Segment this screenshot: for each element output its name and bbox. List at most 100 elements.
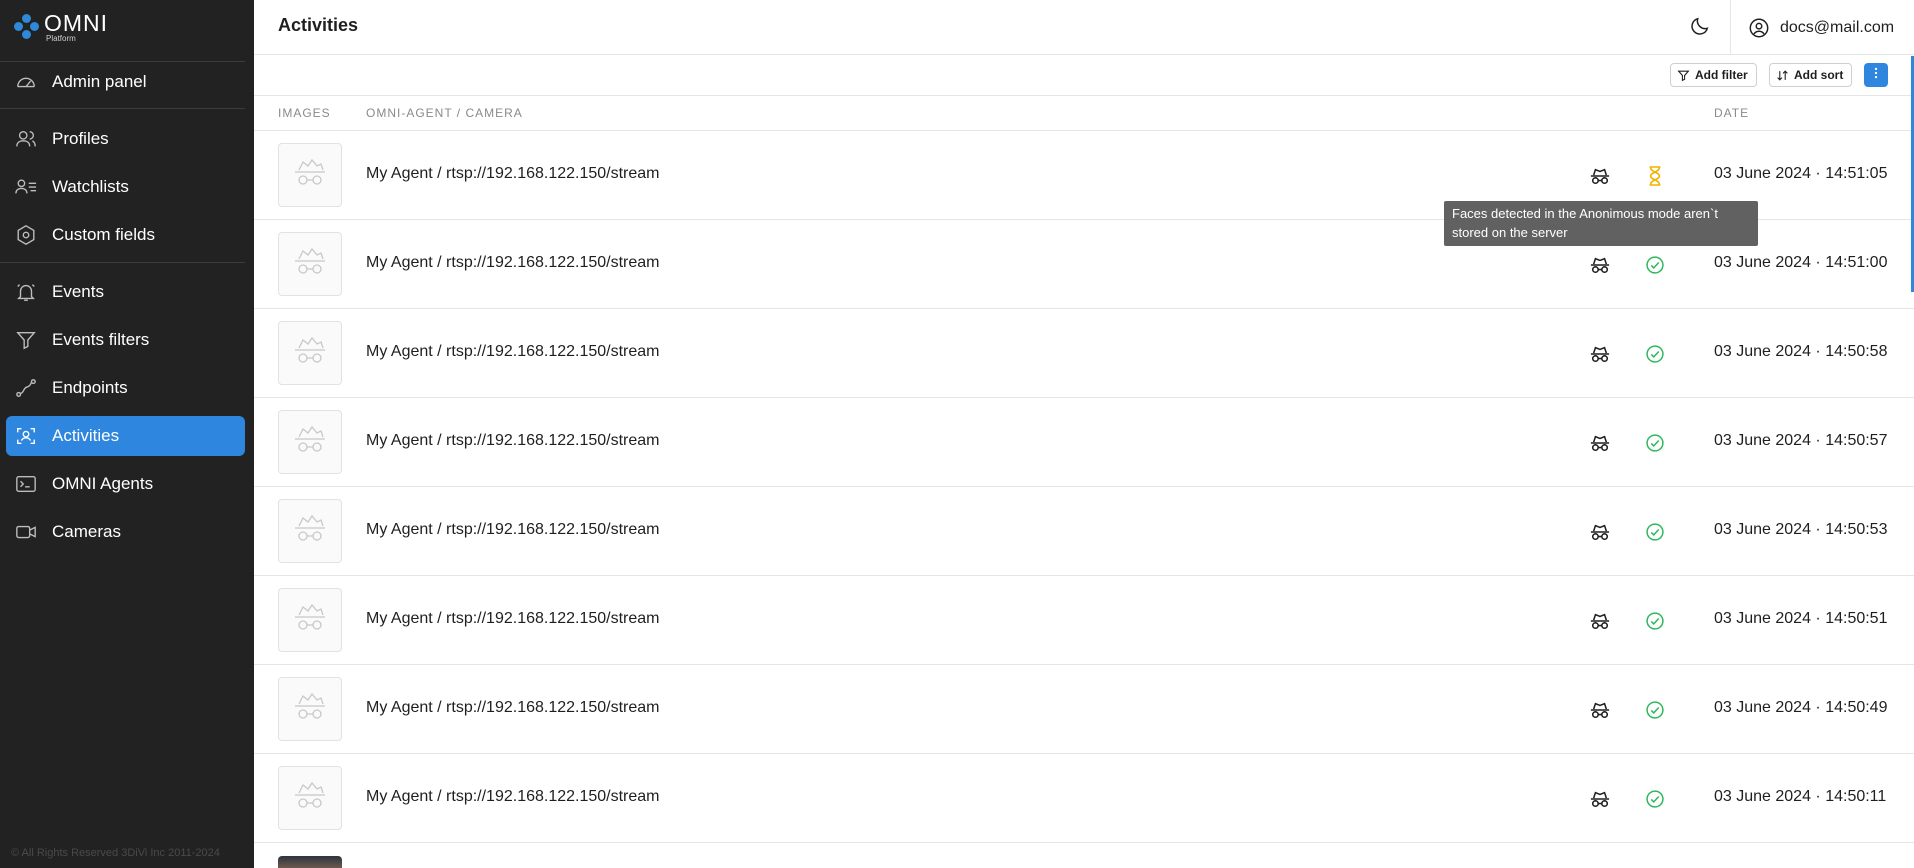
activity-date: 03 June 2024 · 14:50:58: [1714, 343, 1888, 360]
filter-icon: [1677, 69, 1690, 82]
omni-logo[interactable]: OMNI Platform: [14, 12, 108, 43]
anonymous-placeholder-icon: [292, 781, 328, 816]
sidebar-item-label: Events filters: [52, 330, 150, 349]
activity-thumbnail[interactable]: [278, 499, 342, 563]
agent-camera-text: My Agent / rtsp://192.168.122.150/stream: [366, 788, 660, 805]
agent-camera-text: My Agent / rtsp://192.168.122.150/stream: [366, 432, 660, 449]
theme-toggle-button[interactable]: [1686, 14, 1714, 42]
check-circle-icon: [1643, 787, 1667, 811]
sidebar-item-cameras[interactable]: Cameras: [6, 512, 245, 552]
check-circle-icon: [1643, 520, 1667, 544]
activity-thumbnail[interactable]: [278, 677, 342, 741]
activity-date: 03 June 2024 · 14:50:49: [1714, 699, 1888, 716]
more-options-button[interactable]: [1864, 63, 1888, 87]
user-menu[interactable]: docs@mail.com: [1748, 14, 1894, 42]
activity-date: 03 June 2024 · 14:50:57: [1714, 432, 1888, 449]
anonymous-mode-icon[interactable]: [1588, 609, 1612, 633]
sidebar-item-label: Profiles: [52, 129, 109, 148]
logo-dots-icon: [14, 14, 40, 40]
sidebar-item-admin-panel[interactable]: Admin panel: [6, 62, 245, 102]
filter-icon: [14, 328, 38, 352]
bell-icon: [14, 280, 38, 304]
activity-date: 03 June 2024 · 14:50:51: [1714, 610, 1888, 627]
agent-camera-text: My Agent / rtsp://192.168.122.150/stream: [366, 521, 660, 538]
top-header: Activities docs@mail.com: [254, 0, 1914, 55]
table-row[interactable]: My Agent / rtsp://192.168.122.150/stream…: [254, 487, 1914, 576]
add-sort-label: Add sort: [1794, 68, 1844, 82]
anonymous-mode-icon[interactable]: [1588, 431, 1612, 455]
header-divider: [1730, 0, 1731, 55]
agent-camera-text: My Agent / rtsp://192.168.122.150/stream: [366, 610, 660, 627]
column-header-date[interactable]: DATE: [1714, 106, 1749, 120]
anonymous-mode-icon[interactable]: [1588, 164, 1612, 188]
anonymous-mode-icon[interactable]: [1588, 787, 1612, 811]
check-circle-icon: [1643, 698, 1667, 722]
add-filter-label: Add filter: [1695, 68, 1748, 82]
anonymous-placeholder-icon: [292, 425, 328, 460]
anonymous-mode-tooltip: Faces detected in the Anonimous mode are…: [1444, 201, 1758, 246]
activity-thumbnail[interactable]: [278, 410, 342, 474]
users-icon: [14, 127, 38, 151]
sidebar-item-label: Admin panel: [52, 72, 147, 91]
sidebar-item-watchlists[interactable]: Watchlists: [6, 167, 245, 207]
anonymous-placeholder-icon: [292, 158, 328, 193]
anonymous-mode-icon[interactable]: [1588, 698, 1612, 722]
sidebar-item-activities[interactable]: Activities: [6, 416, 245, 456]
page-title: Activities: [278, 15, 359, 35]
sidebar-item-profiles[interactable]: Profiles: [6, 119, 245, 159]
activity-thumbnail[interactable]: [278, 766, 342, 830]
add-sort-button[interactable]: Add sort: [1769, 63, 1853, 87]
anonymous-mode-icon[interactable]: [1588, 253, 1612, 277]
activity-thumbnail[interactable]: [278, 321, 342, 385]
activity-thumbnail[interactable]: [278, 143, 342, 207]
terminal-icon: [14, 472, 38, 496]
activity-thumbnail[interactable]: [278, 588, 342, 652]
sidebar-item-omni-agents[interactable]: OMNI Agents: [6, 464, 245, 504]
activity-thumbnail[interactable]: [278, 232, 342, 296]
sidebar-divider: [0, 108, 245, 109]
sidebar-item-label: Custom fields: [52, 225, 155, 244]
add-filter-button[interactable]: Add filter: [1670, 63, 1757, 87]
agent-camera-text: My Agent / rtsp://192.168.122.150/stream: [366, 254, 660, 271]
sidebar-item-label: Endpoints: [52, 378, 128, 397]
sidebar-divider: [0, 262, 245, 263]
table-row[interactable]: My Agent / rtsp://192.168.122.150/stream…: [254, 309, 1914, 398]
sidebar-item-events[interactable]: Events: [6, 272, 245, 312]
kebab-menu-icon: [1869, 66, 1883, 85]
anonymous-mode-icon[interactable]: [1588, 342, 1612, 366]
agent-camera-text: My Agent / rtsp://192.168.122.150/stream: [366, 699, 660, 716]
agent-camera-text: My Agent / rtsp://192.168.122.150/stream: [366, 165, 660, 182]
sidebar-item-label: Activities: [52, 426, 120, 445]
table-toolbar: Add filter Add sort: [254, 56, 1914, 96]
column-header-images[interactable]: IMAGES: [278, 106, 331, 120]
table-row[interactable]: My Agent / rtsp://192.168.122.150/stream…: [254, 754, 1914, 843]
user-circle-icon: [1748, 17, 1770, 39]
sidebar-item-label: Watchlists: [52, 177, 129, 196]
table-row[interactable]: My Agent / rtsp://192.168.122.150/stream…: [254, 665, 1914, 754]
user-list-icon: [14, 175, 38, 199]
activity-date: 03 June 2024 · 14:50:11: [1714, 788, 1887, 805]
gauge-icon: [14, 70, 38, 94]
anonymous-mode-icon[interactable]: [1588, 520, 1612, 544]
face-scan-icon: [14, 424, 38, 448]
anonymous-placeholder-icon: [292, 336, 328, 371]
activity-date: 03 June 2024 · 14:50:53: [1714, 521, 1888, 538]
activity-date: 03 June 2024 · 14:51:00: [1714, 254, 1888, 271]
column-header-agent-camera[interactable]: OMNI-AGENT / CAMERA: [366, 106, 523, 120]
hourglass-icon: [1643, 164, 1667, 188]
activity-thumbnail-photo[interactable]: [278, 856, 342, 868]
sidebar-item-events-filters[interactable]: Events filters: [6, 320, 245, 360]
check-circle-icon: [1643, 431, 1667, 455]
hexagon-gear-icon: [14, 223, 38, 247]
sidebar-item-label: Events: [52, 282, 104, 301]
sidebar: OMNI Platform Admin panel Profiles Watch…: [0, 0, 254, 868]
anonymous-placeholder-icon: [292, 247, 328, 282]
table-row[interactable]: My Agent / rtsp://192.168.122.150/stream…: [254, 576, 1914, 665]
moon-icon: [1689, 15, 1711, 42]
sidebar-item-endpoints[interactable]: Endpoints: [6, 368, 245, 408]
table-row[interactable]: My Agent / rtsp://192.168.122.150/stream…: [254, 398, 1914, 487]
sidebar-item-label: OMNI Agents: [52, 474, 154, 493]
check-circle-icon: [1643, 342, 1667, 366]
anonymous-placeholder-icon: [292, 692, 328, 727]
sidebar-item-custom-fields[interactable]: Custom fields: [6, 215, 245, 255]
